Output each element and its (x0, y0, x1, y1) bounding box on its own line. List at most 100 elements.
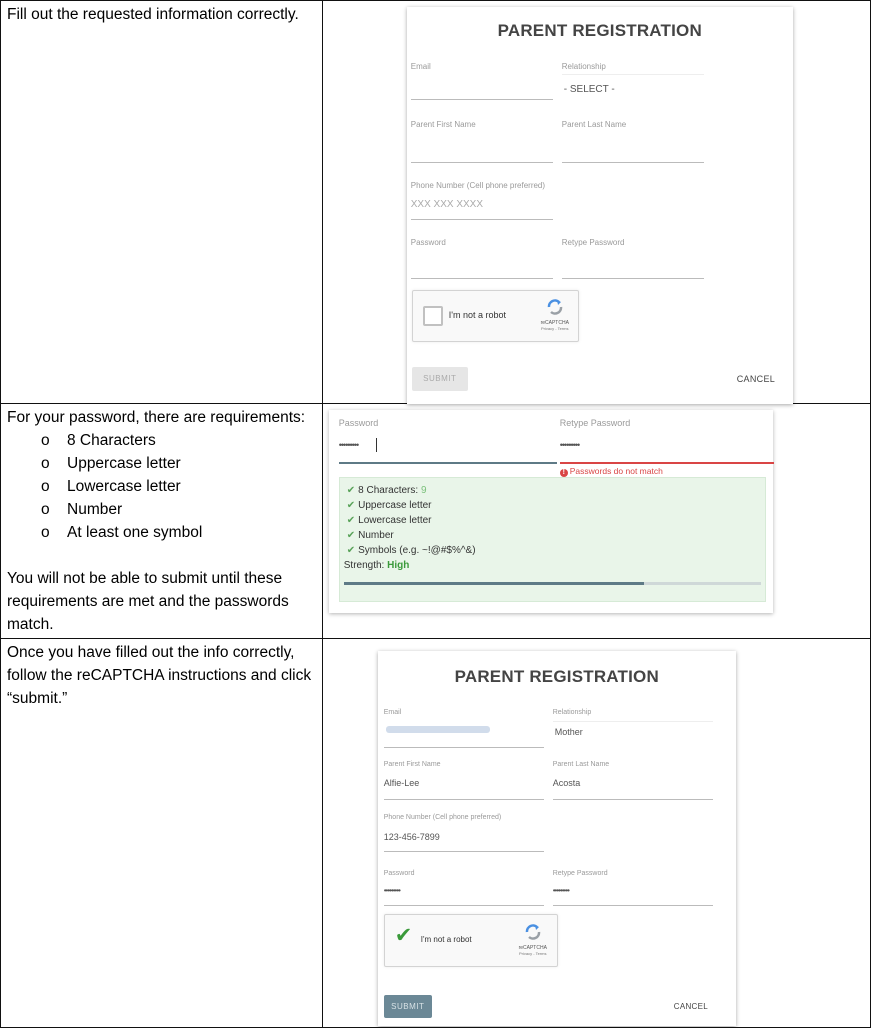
recaptcha-checkbox[interactable] (422, 306, 443, 326)
requirement-item: 8 Characters (41, 429, 316, 452)
password-underline (410, 278, 553, 279)
phone-label: Phone Number (Cell phone preferred) (383, 814, 502, 821)
password-label: Password (383, 870, 415, 877)
email-label: Email (383, 709, 402, 716)
row1-screenshot-cell: PARENT REGISTRATION Email Relationship -… (321, 0, 871, 404)
recaptcha-widget: I'm not a robot reCAPTCHA Privacy - Term… (411, 290, 579, 342)
submit-button[interactable]: SUBMIT (383, 995, 432, 1018)
phone-underline (410, 219, 553, 220)
requirements-intro: For your password, there are requirement… (7, 409, 306, 426)
check-item-label: Uppercase letter (358, 500, 432, 511)
password-checklist: ✔ 8 Characters: 9 ✔ Uppercase letter ✔ Lowe… (338, 477, 766, 602)
phone-field[interactable]: Phone Number (Cell phone preferred) XXX … (410, 181, 553, 221)
cancel-button[interactable]: CANCEL (674, 1002, 708, 1011)
first-name-field[interactable]: Parent First Name (410, 120, 553, 165)
password-field[interactable]: Password ••••••••• (383, 870, 544, 910)
phone-field[interactable]: Phone Number (Cell phone preferred) 123-… (383, 814, 544, 854)
recaptcha-icon (525, 924, 540, 940)
password-requirements-panel: Password ••••••••• Retype Password •••••… (328, 410, 774, 613)
retype-password-label: Retype Password (559, 418, 631, 428)
email-underline (383, 747, 544, 748)
relationship-divider (552, 721, 713, 722)
recaptcha-terms: Privacy - Terms (541, 326, 569, 331)
form-title: PARENT REGISTRATION (454, 667, 659, 686)
submit-note: You will not be able to submit until the… (7, 570, 289, 633)
password-mismatch-error: ! Passwords do not match (559, 466, 663, 477)
text-cursor (375, 438, 377, 452)
password-value: ••••••••• (338, 440, 359, 450)
row1-instruction: Fill out the requested information corre… (7, 6, 299, 23)
check-item-lowercase: ✔ Lowercase letter (347, 515, 432, 526)
row3-screenshot-cell: PARENT REGISTRATION Email Relationship M… (321, 638, 871, 1028)
retype-password-field[interactable]: Retype Password (561, 238, 704, 280)
submit-button[interactable]: SUBMIT (411, 367, 468, 391)
check-item-uppercase: ✔ Uppercase letter (347, 500, 432, 511)
relationship-label: Relationship (561, 62, 606, 71)
password-underline (338, 462, 557, 464)
password-label: Password (338, 418, 379, 428)
last-name-label: Parent Last Name (561, 120, 627, 129)
relationship-label: Relationship (552, 709, 592, 716)
email-field[interactable]: Email (410, 62, 553, 102)
registration-form-filled: PARENT REGISTRATION Email Relationship M… (377, 651, 736, 1026)
first-name-value: Alfie-Lee (383, 778, 420, 788)
character-count: 9 (420, 485, 427, 496)
error-text: Passwords do not match (569, 466, 663, 476)
check-icon: ✔ (346, 500, 356, 511)
last-name-underline (561, 162, 704, 163)
requirement-item: At least one symbol (41, 521, 316, 544)
row2-instruction-cell: For your password, there are requirement… (0, 403, 323, 639)
retype-password-field[interactable]: Retype Password ••••••••• (552, 870, 713, 910)
retype-password-value: ••••••••• (559, 440, 580, 450)
relationship-value: - SELECT - (563, 84, 615, 95)
last-name-label: Parent Last Name (552, 761, 610, 768)
last-name-underline (552, 799, 713, 800)
phone-underline (383, 851, 544, 852)
recaptcha-logo: reCAPTCHA Privacy - Terms (513, 924, 553, 956)
retype-password-label: Retype Password (552, 870, 608, 877)
retype-password-underline (561, 278, 704, 279)
password-label: Password (410, 238, 446, 247)
form-title: PARENT REGISTRATION (497, 21, 702, 40)
retype-password-field[interactable]: Retype Password ••••••••• ! Passwords do … (559, 418, 774, 478)
strength-value: High (387, 560, 410, 571)
relationship-select[interactable]: Relationship - SELECT - (561, 62, 704, 102)
password-underline (383, 905, 544, 906)
row2-text: For your password, there are requirement… (1, 404, 322, 638)
check-icon: ✔ (346, 530, 356, 541)
row3-instruction: Once you have filled out the info correc… (7, 644, 312, 707)
recaptcha-widget: ✔ I'm not a robot reCAPTCHA Privacy - Te… (383, 914, 558, 967)
retype-password-underline (552, 905, 713, 906)
last-name-field[interactable]: Parent Last Name Acosta (552, 761, 713, 801)
recaptcha-checkmark-icon[interactable]: ✔ (395, 925, 413, 947)
requirements-list: 8 Characters Uppercase letter Lowercase … (7, 429, 316, 544)
phone-label: Phone Number (Cell phone preferred) (410, 181, 546, 190)
recaptcha-label: I'm not a robot (448, 310, 506, 320)
registration-form-empty: PARENT REGISTRATION Email Relationship -… (406, 7, 793, 404)
email-field[interactable]: Email (383, 709, 544, 749)
strength-bar-fill (343, 582, 644, 585)
check-item-symbols: ✔ Symbols (e.g. ~!@#$%^&) (347, 545, 476, 556)
relationship-value: Mother (554, 727, 583, 737)
requirement-item: Uppercase letter (41, 452, 316, 475)
last-name-field[interactable]: Parent Last Name (561, 120, 704, 165)
check-item-number: ✔ Number (347, 530, 394, 541)
strength-label: Strength: (343, 560, 388, 571)
first-name-field[interactable]: Parent First Name Alfie-Lee (383, 761, 544, 801)
recaptcha-logo: reCAPTCHA Privacy - Terms (535, 299, 575, 331)
check-item-length: ✔ 8 Characters: 9 (347, 485, 427, 496)
phone-value: 123-456-7899 (383, 832, 440, 842)
last-name-value: Acosta (552, 778, 581, 788)
password-field[interactable]: Password (410, 238, 553, 280)
check-icon: ✔ (346, 515, 356, 526)
cancel-button[interactable]: CANCEL (737, 374, 775, 384)
check-icon: ✔ (346, 485, 356, 496)
recaptcha-terms: Privacy - Terms (519, 951, 547, 956)
email-underline (410, 99, 553, 100)
relationship-divider (561, 74, 704, 75)
password-field[interactable]: Password ••••••••• (338, 418, 557, 468)
strength-bar-track (343, 582, 761, 585)
row2-screenshot-cell: Password ••••••••• Retype Password •••••… (321, 403, 871, 639)
relationship-select[interactable]: Relationship Mother (552, 709, 713, 749)
row1-instruction-cell: Fill out the requested information corre… (0, 0, 323, 404)
